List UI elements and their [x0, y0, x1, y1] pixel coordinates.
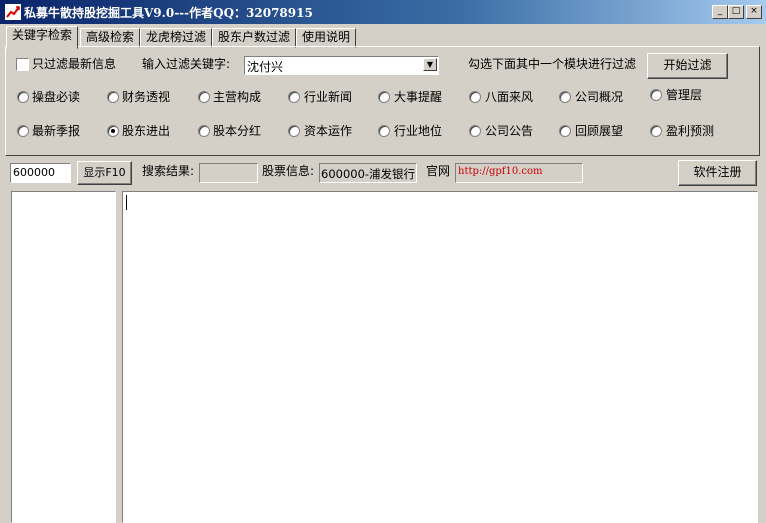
radio-module-13[interactable] [469, 125, 481, 137]
title-bar[interactable]: 私募牛散持股挖掘工具V9.0---作者QQ：32078915 _ □ × [0, 0, 766, 24]
radio-module-12[interactable] [378, 125, 390, 137]
stock-info-field: 600000-浦发银行 [319, 163, 417, 183]
keyword-label: 输入过滤关键字: [142, 57, 231, 71]
stock-info-value: 600000-浦发银行 [321, 167, 416, 181]
module-label-8[interactable]: 最新季报 [32, 124, 80, 138]
result-list[interactable] [11, 191, 116, 523]
window-title: 私募牛散持股挖掘工具V9.0---作者QQ：32078915 [24, 6, 313, 20]
module-label-2[interactable]: 主营构成 [213, 90, 261, 104]
module-label-15[interactable]: 盈利预测 [666, 124, 714, 138]
search-result-field [199, 163, 258, 183]
radio-module-11[interactable] [288, 125, 300, 137]
keyword-value[interactable]: 沈付兴 [247, 58, 283, 75]
chevron-down-icon[interactable]: ▼ [423, 58, 437, 71]
radio-module-15[interactable] [650, 125, 662, 137]
module-label-6[interactable]: 公司概况 [575, 90, 623, 104]
radio-module-14[interactable] [559, 125, 571, 137]
radio-module-6[interactable] [559, 91, 571, 103]
radio-module-3[interactable] [288, 91, 300, 103]
only-latest-label[interactable]: 只过滤最新信息 [32, 57, 116, 71]
module-label-3[interactable]: 行业新闻 [304, 90, 352, 104]
radio-module-2[interactable] [198, 91, 210, 103]
website-url[interactable]: http://gpf10.com [458, 166, 543, 177]
module-hint: 勾选下面其中一个模块进行过滤 [468, 57, 637, 71]
search-result-label: 搜索结果: [142, 164, 195, 178]
radio-module-5[interactable] [469, 91, 481, 103]
text-caret [126, 195, 127, 210]
radio-module-1[interactable] [107, 91, 119, 103]
module-label-4[interactable]: 大事提醒 [394, 90, 442, 104]
show-f10-button[interactable]: 显示F10 [77, 161, 132, 185]
tab-shareholder-count-filter[interactable]: 股东户数过滤 [212, 28, 297, 48]
module-label-9[interactable]: 股东进出 [122, 124, 170, 138]
module-label-12[interactable]: 行业地位 [394, 124, 442, 138]
module-label-0[interactable]: 操盘必读 [32, 90, 80, 104]
radio-module-4[interactable] [378, 91, 390, 103]
stock-code-value[interactable]: 600000 [13, 166, 55, 179]
app-icon [5, 4, 21, 20]
tab-usage-guide[interactable]: 使用说明 [296, 28, 357, 48]
website-field[interactable]: http://gpf10.com [455, 163, 583, 183]
minimize-button[interactable]: _ [712, 5, 728, 19]
radio-module-0[interactable] [17, 91, 29, 103]
only-latest-checkbox[interactable] [16, 58, 29, 71]
radio-module-9[interactable] [107, 125, 119, 137]
radio-module-8[interactable] [17, 125, 29, 137]
tab-dragon-tiger-filter[interactable]: 龙虎榜过滤 [140, 28, 213, 48]
module-label-7[interactable]: 管理层 [666, 88, 702, 102]
website-label: 官网 [426, 164, 451, 178]
radio-module-10[interactable] [198, 125, 210, 137]
stock-info-label: 股票信息: [262, 164, 315, 178]
module-label-14[interactable]: 回顾展望 [575, 124, 623, 138]
module-label-5[interactable]: 八面来风 [485, 90, 533, 104]
module-label-10[interactable]: 股本分红 [213, 124, 261, 138]
start-filter-button[interactable]: 开始过滤 [647, 53, 728, 79]
module-label-11[interactable]: 资本运作 [304, 124, 352, 138]
tab-keyword-search[interactable]: 关键字检索 [6, 26, 79, 49]
module-label-1[interactable]: 财务透视 [122, 90, 170, 104]
register-button[interactable]: 软件注册 [678, 160, 757, 186]
stock-code-input[interactable]: 600000 [10, 163, 71, 183]
tab-advanced-search[interactable]: 高级检索 [80, 28, 141, 48]
maximize-button[interactable]: □ [728, 5, 744, 19]
radio-module-7[interactable] [650, 89, 662, 101]
content-textarea[interactable] [122, 191, 758, 523]
keyword-combobox[interactable]: 沈付兴 ▼ [244, 56, 439, 75]
close-button[interactable]: × [746, 5, 762, 19]
module-label-13[interactable]: 公司公告 [485, 124, 533, 138]
